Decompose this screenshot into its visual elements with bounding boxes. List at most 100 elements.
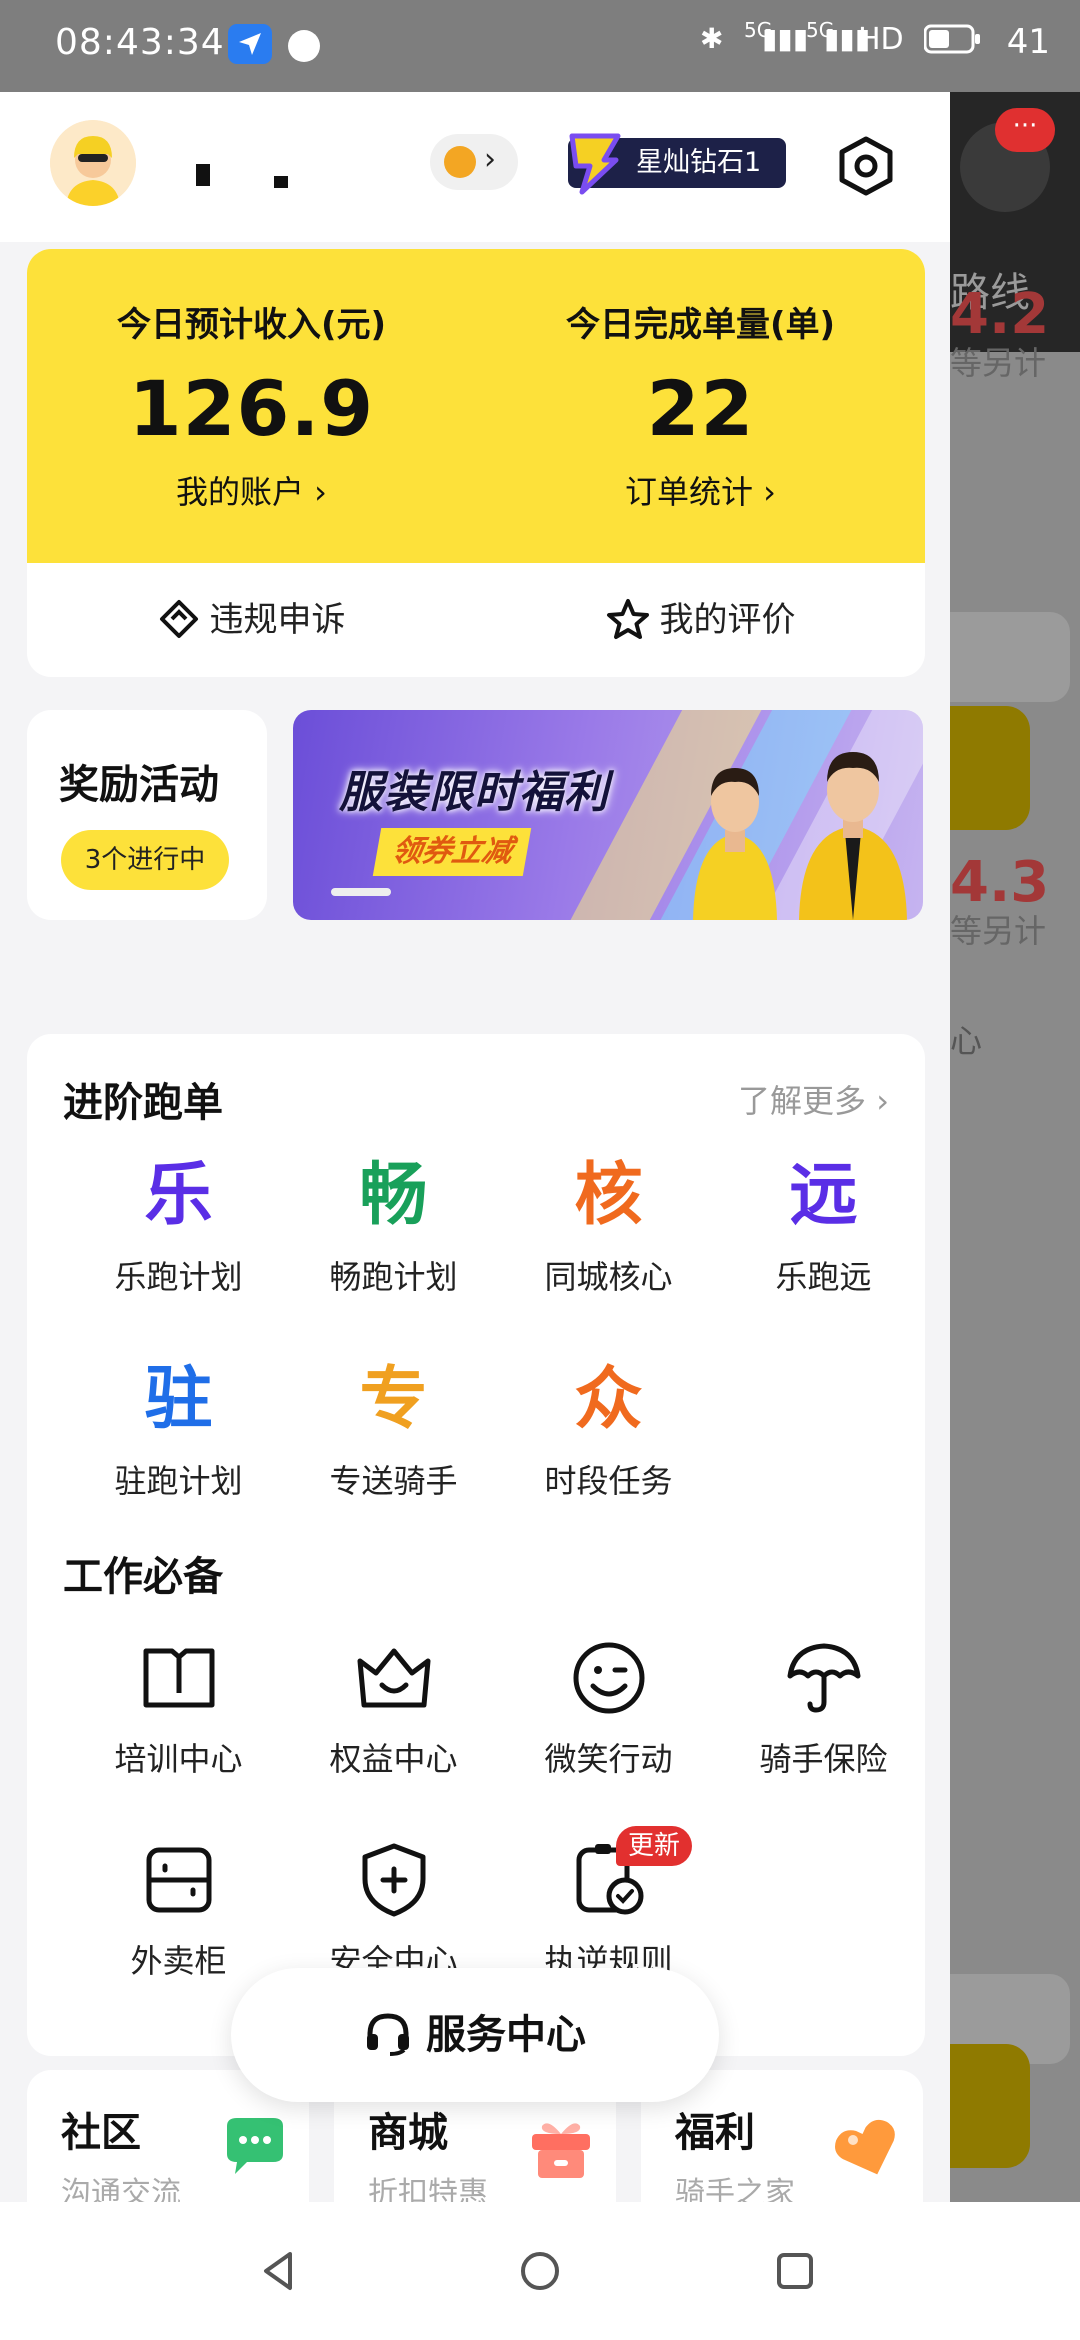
advanced-item[interactable]: 核同城核心 — [501, 1154, 716, 1298]
advanced-section: 进阶跑单 了解更多 › 乐乐跑计划畅畅跑计划核同城核心远乐跑远驻驻跑计划专专送骑… — [27, 1034, 925, 1574]
promo-banner[interactable]: 服装限时福利 领券立减 — [293, 710, 923, 920]
banner-pager — [331, 888, 391, 896]
advanced-item-glyph: 驻 — [144, 1360, 213, 1439]
advanced-item-glyph: 乐 — [144, 1156, 213, 1235]
work-item-rules[interactable]: 更新 执逆规则 — [501, 1826, 716, 1982]
heart-icon — [835, 2119, 895, 2175]
appeal-button[interactable]: 违规申诉 — [27, 563, 476, 677]
advanced-item[interactable]: 众时段任务 — [501, 1358, 716, 1502]
battery-level: 41 — [1006, 22, 1050, 62]
work-item-safety[interactable]: 安全中心 — [286, 1838, 501, 1982]
welfare-title: 福利 — [675, 2110, 755, 2156]
work-title: 工作必备 — [63, 1554, 223, 1600]
home-icon[interactable] — [515, 2246, 565, 2296]
my-account-link[interactable]: 我的账户 › — [27, 467, 476, 513]
advanced-item-glyph: 众 — [574, 1360, 643, 1439]
community-title: 社区 — [61, 2110, 141, 2156]
work-item-training[interactable]: 培训中心 — [71, 1636, 286, 1780]
advanced-item-label: 时段任务 — [544, 1462, 673, 1500]
advanced-item-label: 乐跑计划 — [114, 1258, 243, 1296]
income-value: 126.9 — [128, 364, 375, 453]
work-item-label: 微笑行动 — [544, 1740, 673, 1778]
locker-icon — [146, 1847, 211, 1913]
hd-label: HD — [858, 22, 904, 57]
bg-yellow-button-2 — [950, 2044, 1030, 2168]
gift-icon — [532, 2123, 590, 2178]
status-bar: 08:43:34 ✱ 5G ▮▮▮ 5G ▮▮▮ HD 41 — [0, 0, 1080, 92]
orders-column[interactable]: 今日完成单量(单) 22 订单统计 › — [476, 249, 925, 513]
advanced-item[interactable]: 乐乐跑计划 — [71, 1154, 286, 1298]
advanced-item-label: 乐跑远 — [775, 1258, 872, 1296]
learn-more-link[interactable]: 了解更多 › — [738, 1076, 889, 1122]
bg-yellow-button — [950, 706, 1030, 830]
settings-icon[interactable] — [836, 136, 896, 196]
advanced-title: 进阶跑单 — [63, 1080, 223, 1126]
reward-card[interactable]: 奖励活动 3个进行中 — [27, 710, 267, 920]
book-icon — [143, 1648, 214, 1708]
advanced-item-label: 同城核心 — [544, 1258, 673, 1296]
advanced-item[interactable]: 专专送骑手 — [286, 1358, 501, 1502]
bg-center-label: 心 — [950, 1022, 983, 1060]
navigation-icon — [228, 24, 272, 64]
advanced-item-label: 驻跑计划 — [114, 1462, 243, 1500]
status-time: 08:43:34 — [55, 22, 225, 63]
lightning-icon — [569, 133, 621, 195]
model-figure — [693, 768, 777, 920]
shield-icon — [362, 1843, 425, 1917]
chat-icon — [227, 2118, 283, 2174]
username-redacted — [196, 164, 210, 186]
update-badge: 更新 — [616, 1826, 693, 1866]
rating-label: 我的评价 — [659, 600, 796, 640]
bg-sub-1: 等另计 — [950, 344, 1047, 382]
back-icon[interactable] — [254, 2246, 304, 2296]
recents-icon[interactable] — [770, 2246, 820, 2296]
work-item-benefits[interactable]: 权益中心 — [286, 1636, 501, 1780]
earnings-summary: 今日预计收入(元) 126.9 我的账户 › 今日完成单量(单) 22 订单统计… — [27, 249, 925, 563]
advanced-item[interactable]: 驻驻跑计划 — [71, 1358, 286, 1502]
banner-title: 服装限时福利 — [339, 767, 609, 818]
background-page: ··· 路线 4.2 等另计 4.3 等另计 心 — [950, 92, 1080, 2202]
message-badge: ··· — [995, 108, 1055, 152]
rating-button[interactable]: 我的评价 — [476, 563, 925, 677]
battery-icon — [923, 24, 982, 61]
reward-ongoing-badge: 3个进行中 — [61, 830, 229, 890]
umbrella-icon — [787, 1643, 860, 1713]
level-button[interactable]: › — [430, 134, 518, 190]
system-nav-bar — [0, 2202, 1080, 2340]
banner-subtitle: 领券立减 — [372, 828, 532, 876]
smile-icon — [573, 1642, 644, 1714]
advanced-item-label: 畅跑计划 — [329, 1258, 458, 1296]
advanced-item[interactable]: 畅畅跑计划 — [286, 1154, 501, 1298]
work-item-locker[interactable]: 外卖柜 — [71, 1838, 286, 1982]
signal-icon: ▮▮▮ — [762, 22, 809, 55]
advanced-item[interactable]: 远乐跑远 — [716, 1154, 931, 1298]
bg-sub-2: 等另计 — [950, 912, 1047, 950]
work-item-label: 外卖柜 — [130, 1942, 227, 1980]
headset-icon — [367, 2013, 409, 2056]
service-center-label: 服务中心 — [426, 2012, 586, 2058]
chevron-right-icon: › — [484, 142, 496, 177]
order-stats-link[interactable]: 订单统计 › — [476, 467, 925, 513]
service-center-button[interactable]: 服务中心 — [231, 1968, 719, 2102]
work-item-label: 骑手保险 — [759, 1740, 888, 1778]
bluetooth-icon: ✱ — [700, 22, 724, 55]
star-icon — [606, 598, 649, 639]
avatar[interactable] — [50, 120, 136, 206]
appeal-icon — [159, 599, 198, 638]
side-drawer: › 星灿钻石1 今日预计收入(元) 126.9 我的账户 › 今日完成单量(单)… — [0, 92, 950, 2202]
reward-title: 奖励活动 — [59, 762, 219, 808]
community-subtitle: 沟通交流 — [61, 2176, 181, 2202]
vip-badge[interactable]: 星灿钻石1 — [568, 133, 786, 195]
orders-label: 今日完成单量(单) — [565, 305, 836, 345]
welfare-subtitle: 骑手之家 — [675, 2176, 795, 2202]
orders-value: 22 — [646, 364, 755, 453]
work-item-insurance[interactable]: 骑手保险 — [716, 1636, 931, 1780]
work-item-label: 权益中心 — [329, 1740, 458, 1778]
advanced-item-glyph: 畅 — [359, 1156, 428, 1235]
earnings-card: 今日预计收入(元) 126.9 我的账户 › 今日完成单量(单) 22 订单统计… — [27, 249, 925, 677]
work-item-smile[interactable]: 微笑行动 — [501, 1636, 716, 1780]
income-column[interactable]: 今日预计收入(元) 126.9 我的账户 › — [27, 249, 476, 513]
model-figure-2 — [799, 752, 907, 920]
advanced-item-glyph: 专 — [359, 1360, 428, 1439]
advanced-item-label: 专送骑手 — [329, 1462, 458, 1500]
